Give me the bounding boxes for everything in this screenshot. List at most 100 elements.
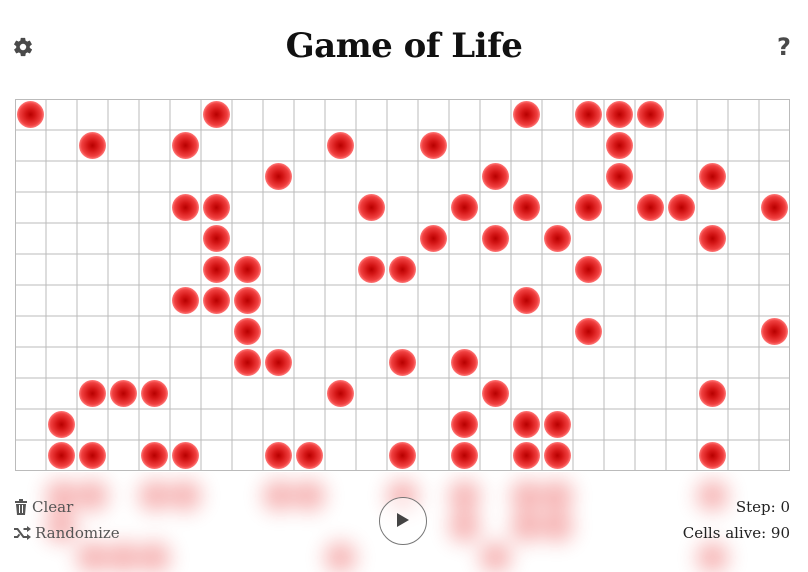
cell-reflection <box>139 480 170 511</box>
cell-reflection <box>449 511 480 542</box>
live-cell[interactable] <box>327 380 354 407</box>
live-cell[interactable] <box>48 442 75 469</box>
clear-label: Clear <box>32 498 74 516</box>
cell-reflection <box>542 480 573 511</box>
live-cell[interactable] <box>389 442 416 469</box>
live-cell[interactable] <box>172 442 199 469</box>
live-cell[interactable] <box>234 349 261 376</box>
live-cell[interactable] <box>420 225 447 252</box>
cell-reflection <box>511 480 542 511</box>
cell-reflection <box>697 542 728 572</box>
live-cell[interactable] <box>761 318 788 345</box>
live-cell[interactable] <box>420 132 447 159</box>
cell-reflection <box>108 542 139 572</box>
game-board[interactable] <box>15 99 790 471</box>
page-title: Game of Life <box>285 26 523 66</box>
live-cell[interactable] <box>451 194 478 221</box>
cell-reflection <box>542 511 573 542</box>
live-cell[interactable] <box>265 163 292 190</box>
live-cell[interactable] <box>265 442 292 469</box>
play-button[interactable] <box>379 497 427 545</box>
live-cell[interactable] <box>513 194 540 221</box>
live-cell[interactable] <box>327 132 354 159</box>
live-cell[interactable] <box>637 194 664 221</box>
cell-reflection <box>77 480 108 511</box>
live-cell[interactable] <box>513 411 540 438</box>
board-grid[interactable] <box>15 99 790 471</box>
live-cell[interactable] <box>761 194 788 221</box>
live-cell[interactable] <box>606 132 633 159</box>
live-cell[interactable] <box>234 256 261 283</box>
live-cell[interactable] <box>637 101 664 128</box>
live-cell[interactable] <box>172 194 199 221</box>
live-cell[interactable] <box>482 225 509 252</box>
alive-counter: Cells alive: 90 <box>682 524 790 542</box>
live-cell[interactable] <box>358 256 385 283</box>
trash-icon <box>15 499 27 515</box>
live-cell[interactable] <box>451 349 478 376</box>
live-cell[interactable] <box>668 194 695 221</box>
play-icon <box>397 513 409 527</box>
live-cell[interactable] <box>699 163 726 190</box>
live-cell[interactable] <box>141 380 168 407</box>
live-cell[interactable] <box>203 256 230 283</box>
cell-reflection <box>263 480 294 511</box>
live-cell[interactable] <box>575 194 602 221</box>
live-cell[interactable] <box>575 256 602 283</box>
cell-reflection <box>325 542 356 572</box>
live-cell[interactable] <box>606 163 633 190</box>
help-button[interactable]: ? <box>774 32 794 62</box>
live-cell[interactable] <box>141 442 168 469</box>
live-cell[interactable] <box>203 225 230 252</box>
live-cell[interactable] <box>358 194 385 221</box>
step-counter: Step: 0 <box>735 498 790 516</box>
cell-reflection <box>697 480 728 511</box>
cell-reflection <box>77 542 108 572</box>
randomize-label: Randomize <box>35 524 120 542</box>
live-cell[interactable] <box>110 380 137 407</box>
live-cell[interactable] <box>544 411 571 438</box>
live-cell[interactable] <box>699 225 726 252</box>
live-cell[interactable] <box>79 380 106 407</box>
live-cell[interactable] <box>389 349 416 376</box>
live-cell[interactable] <box>451 411 478 438</box>
live-cell[interactable] <box>699 380 726 407</box>
live-cell[interactable] <box>203 101 230 128</box>
live-cell[interactable] <box>234 287 261 314</box>
cell-reflection <box>139 542 170 572</box>
live-cell[interactable] <box>513 287 540 314</box>
top-bar: Game of Life ? <box>0 0 808 98</box>
live-cell[interactable] <box>513 442 540 469</box>
live-cell[interactable] <box>265 349 292 376</box>
live-cell[interactable] <box>606 101 633 128</box>
live-cell[interactable] <box>79 132 106 159</box>
live-cell[interactable] <box>389 256 416 283</box>
live-cell[interactable] <box>482 380 509 407</box>
cell-reflection <box>170 480 201 511</box>
live-cell[interactable] <box>17 101 44 128</box>
clear-button[interactable]: Clear <box>14 498 73 516</box>
live-cell[interactable] <box>296 442 323 469</box>
live-cell[interactable] <box>544 225 571 252</box>
live-cell[interactable] <box>172 132 199 159</box>
live-cell[interactable] <box>544 442 571 469</box>
randomize-button[interactable]: Randomize <box>14 524 120 542</box>
live-cell[interactable] <box>699 442 726 469</box>
live-cell[interactable] <box>203 194 230 221</box>
live-cell[interactable] <box>172 287 199 314</box>
control-bar: Clear Randomize Step: 0 Cells alive: 90 <box>0 472 808 572</box>
cell-reflection <box>480 542 511 572</box>
live-cell[interactable] <box>575 318 602 345</box>
cell-reflection <box>449 480 480 511</box>
live-cell[interactable] <box>203 287 230 314</box>
live-cell[interactable] <box>575 101 602 128</box>
live-cell[interactable] <box>513 101 540 128</box>
live-cell[interactable] <box>48 411 75 438</box>
live-cell[interactable] <box>482 163 509 190</box>
cell-reflection <box>294 480 325 511</box>
live-cell[interactable] <box>234 318 261 345</box>
shuffle-icon <box>14 526 31 540</box>
live-cell[interactable] <box>451 442 478 469</box>
cell-reflection <box>511 511 542 542</box>
live-cell[interactable] <box>79 442 106 469</box>
